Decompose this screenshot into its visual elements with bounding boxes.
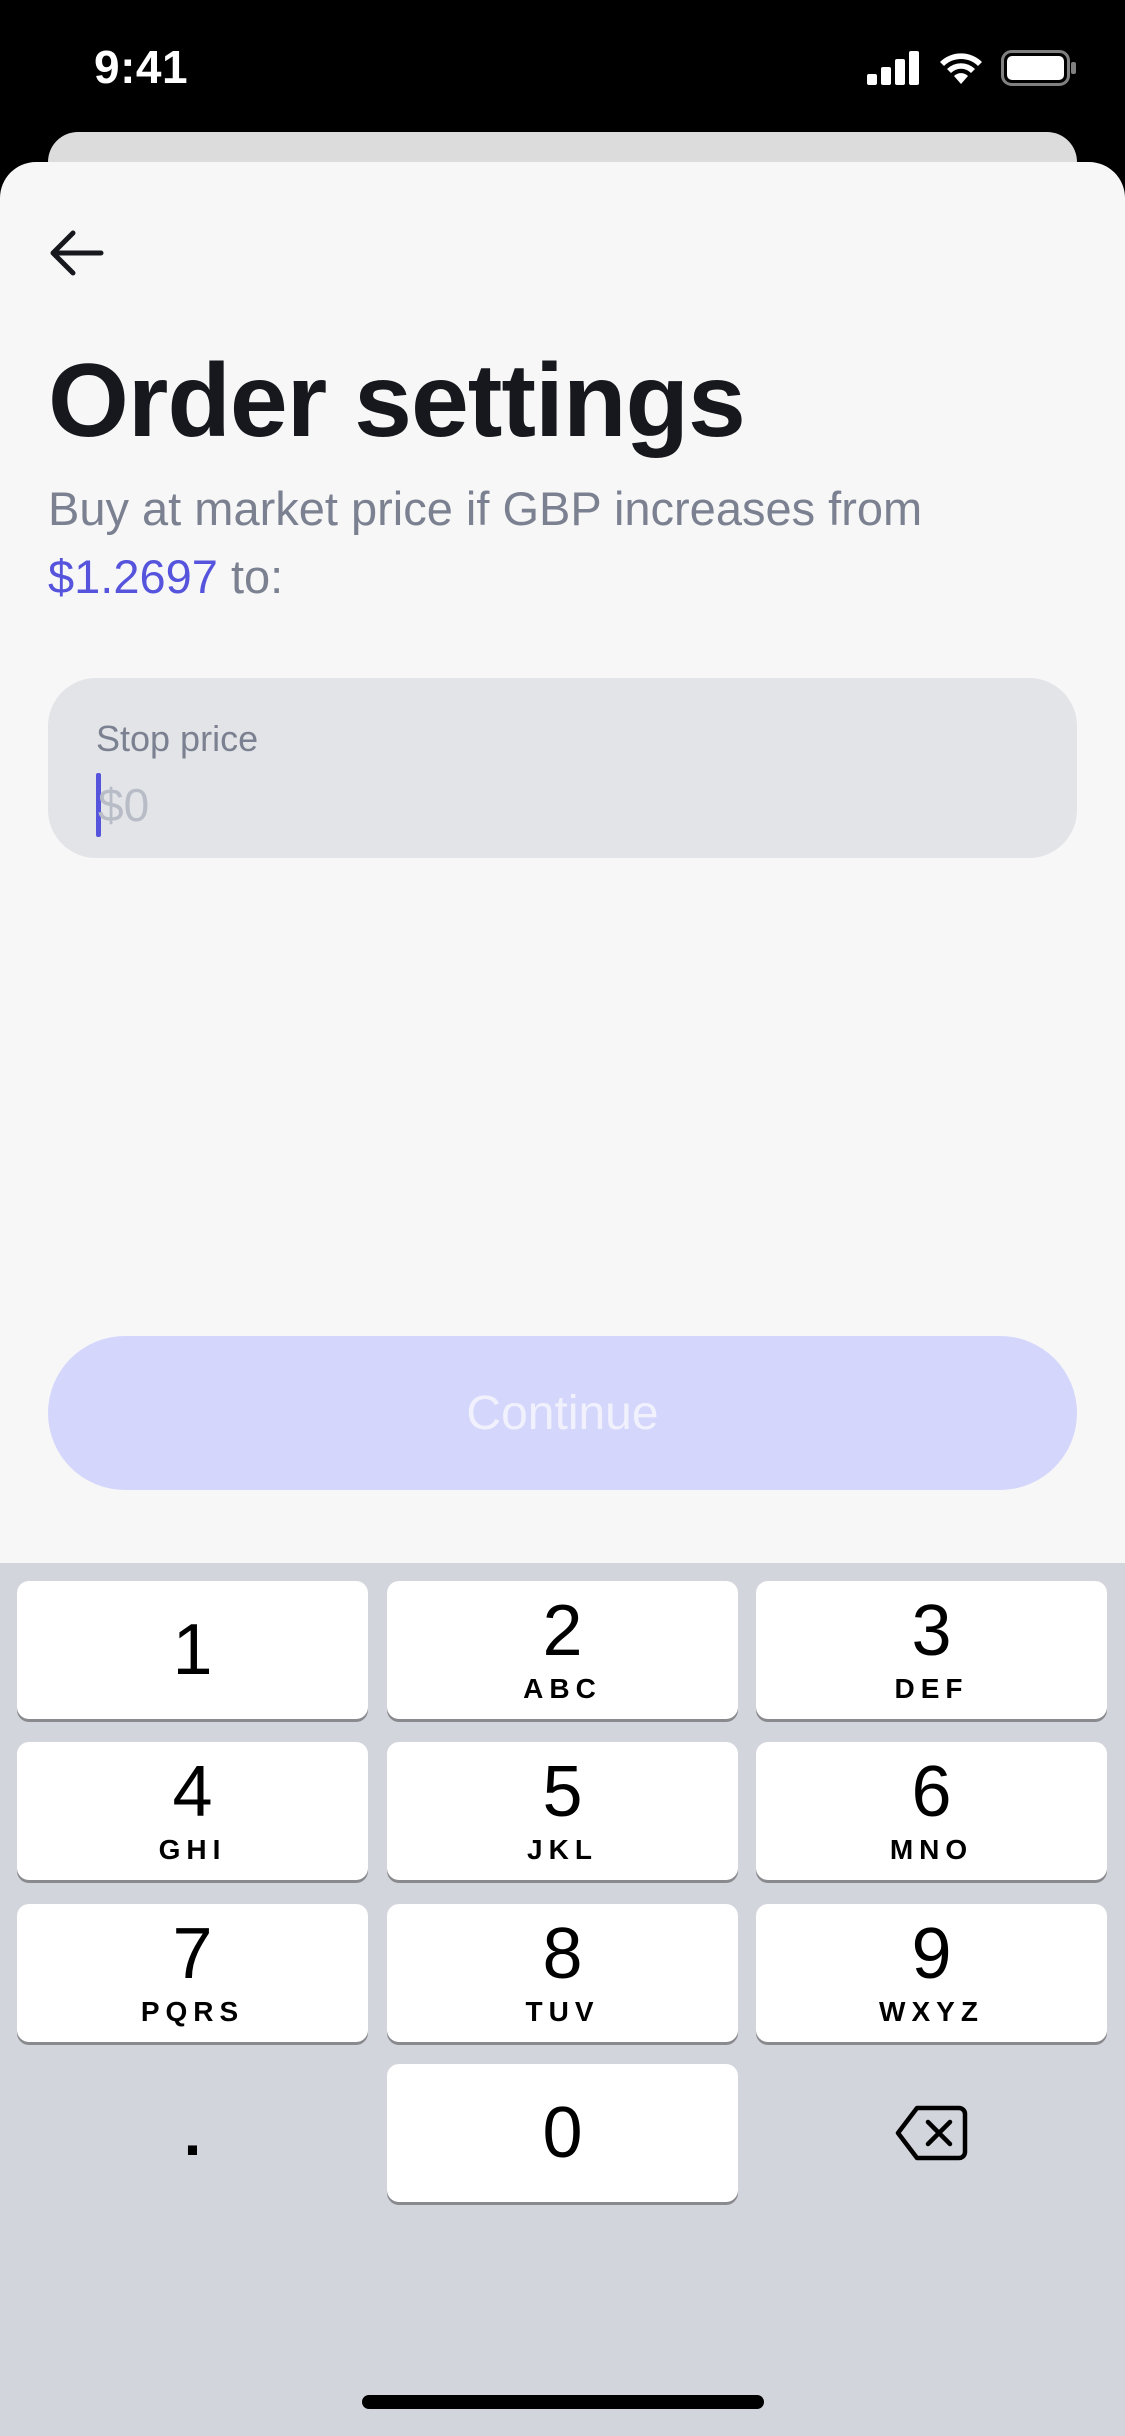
wifi-icon (940, 53, 982, 84)
key-letters: WXYZ (879, 1996, 984, 2027)
key-letters: GHI (158, 1834, 227, 1865)
key-digit: 3 (911, 1591, 952, 1671)
description-text: Buy at market price if GBP increases fro… (48, 482, 923, 535)
key-digit: 5 (542, 1752, 583, 1832)
key-letters: ABC (523, 1673, 602, 1704)
stop-price-input[interactable] (98, 778, 698, 832)
numeric-keyboard: 1 2 ABC 3 DEF 4 GHI 5 JKL 6 MNO 7 PQRS 8… (0, 1563, 1125, 2436)
key-8[interactable]: 8 TUV (387, 1904, 738, 2042)
stop-price-field[interactable]: Stop price (48, 678, 1077, 858)
key-4[interactable]: 4 GHI (17, 1742, 368, 1880)
key-0[interactable]: 0 (387, 2064, 738, 2202)
key-decimal[interactable]: . (17, 2064, 368, 2202)
decimal-point: . (183, 2097, 202, 2169)
continue-button[interactable]: Continue (48, 1336, 1077, 1490)
key-5[interactable]: 5 JKL (387, 1742, 738, 1880)
key-7[interactable]: 7 PQRS (17, 1904, 368, 2042)
key-2[interactable]: 2 ABC (387, 1581, 738, 1719)
backspace-icon (895, 2105, 967, 2161)
key-letters: DEF (894, 1673, 969, 1704)
status-bar: 9:41 (0, 0, 1125, 140)
key-6[interactable]: 6 MNO (756, 1742, 1107, 1880)
key-digit: 8 (542, 1914, 583, 1994)
stop-price-input-row[interactable] (96, 770, 698, 840)
status-icons (867, 50, 1077, 86)
home-indicator (362, 2395, 764, 2409)
key-digit: 9 (911, 1914, 952, 1994)
key-letters: PQRS (140, 1996, 245, 2027)
key-3[interactable]: 3 DEF (756, 1581, 1107, 1719)
current-price: $1.2697 (48, 550, 218, 603)
key-letters: TUV (525, 1996, 600, 2027)
description-suffix: to: (230, 550, 284, 603)
back-button[interactable] (40, 217, 112, 289)
key-digit: 0 (542, 2093, 583, 2173)
key-letters: MNO (889, 1834, 974, 1865)
key-digit: 7 (172, 1914, 213, 1994)
battery-icon (1001, 50, 1076, 86)
key-9[interactable]: 9 WXYZ (756, 1904, 1107, 2042)
stop-price-label: Stop price (96, 718, 259, 759)
cellular-signal-icon (867, 51, 919, 85)
arrow-left-icon (50, 230, 104, 276)
order-description: Buy at market price if GBP increases fro… (48, 475, 1078, 611)
key-digit: 4 (172, 1752, 213, 1832)
key-1[interactable]: 1 (17, 1581, 368, 1719)
status-time: 9:41 (94, 41, 189, 93)
page-title: Order settings (48, 343, 746, 459)
key-digit: 1 (172, 1610, 213, 1690)
key-digit: 6 (911, 1752, 952, 1832)
key-digit: 2 (542, 1591, 583, 1671)
key-letters: JKL (527, 1834, 598, 1865)
key-delete[interactable] (756, 2064, 1107, 2202)
